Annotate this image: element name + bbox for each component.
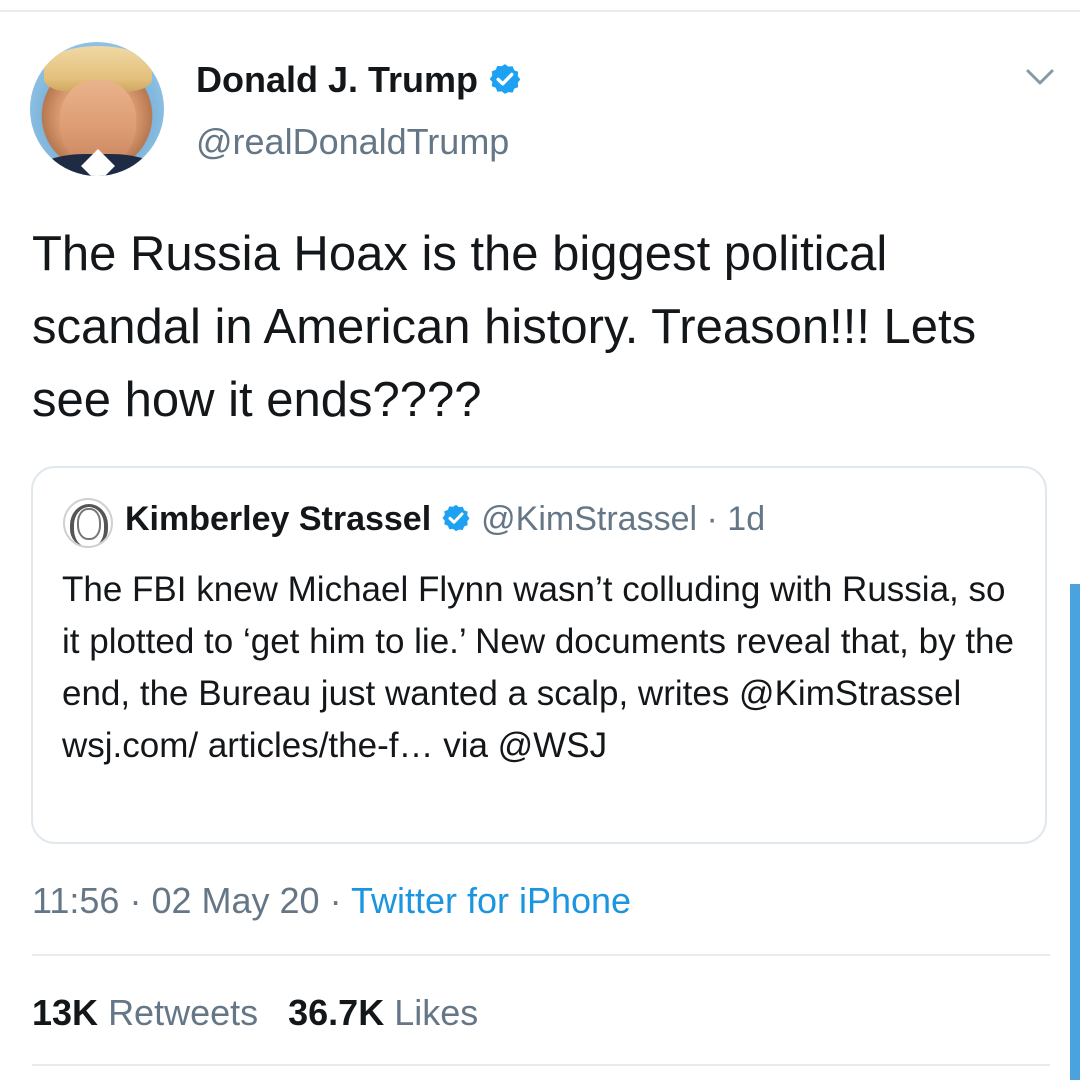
retweets-label: Retweets [108,992,259,1033]
quoted-author-avatar[interactable] [63,498,113,548]
author-handle[interactable]: @realDonaldTrump [196,120,509,164]
author-avatar[interactable] [30,42,164,176]
quoted-author-handle: @KimStrassel [481,500,698,538]
chevron-down-icon[interactable] [1020,62,1060,92]
verified-badge-icon [489,64,521,95]
tweet-time: 11:56 [32,880,120,921]
meta-separator: · [129,880,142,921]
quoted-author-name: Kimberley Strassel [125,500,432,538]
quoted-tweet-text: The FBI knew Michael Flynn wasn’t collud… [62,570,1014,765]
tweet-detail-screen: Donald J. Trump @realDonaldTrump The Rus… [0,0,1080,1080]
stats-bottom-divider [32,1064,1050,1066]
tweet-date: 02 May 20 [151,880,320,921]
author-name-row[interactable]: Donald J. Trump [196,58,522,102]
retweets-count: 13K [32,992,99,1033]
verified-badge-icon [442,504,470,532]
tweet-text: The Russia Hoax is the biggest political… [32,227,977,427]
stats-top-divider [32,954,1050,956]
tweet-source-link[interactable]: Twitter for iPhone [351,880,631,921]
avatar-sketch-face [77,508,101,540]
quoted-tweet-card[interactable]: Kimberley Strassel @KimStrassel · 1d The… [31,466,1047,844]
likes-count: 36.7K [288,992,385,1033]
top-divider [0,10,1080,12]
tweet-stats: 13K Retweets 36.7K Likes [32,990,478,1036]
likes-stat[interactable]: 36.7K Likes [288,992,478,1033]
likes-label: Likes [394,992,479,1033]
meta-separator: · [329,880,342,921]
quoted-meta-separator: · [706,500,718,538]
quoted-tweet-header: Kimberley Strassel @KimStrassel · 1d [125,496,765,542]
quoted-tweet-age: 1d [727,500,766,538]
scrollbar[interactable] [1070,584,1080,1080]
retweets-stat[interactable]: 13K Retweets [32,992,258,1033]
author-display-name[interactable]: Donald J. Trump [196,59,478,100]
tweet-meta: 11:56 · 02 May 20 · Twitter for iPhone [32,878,631,924]
